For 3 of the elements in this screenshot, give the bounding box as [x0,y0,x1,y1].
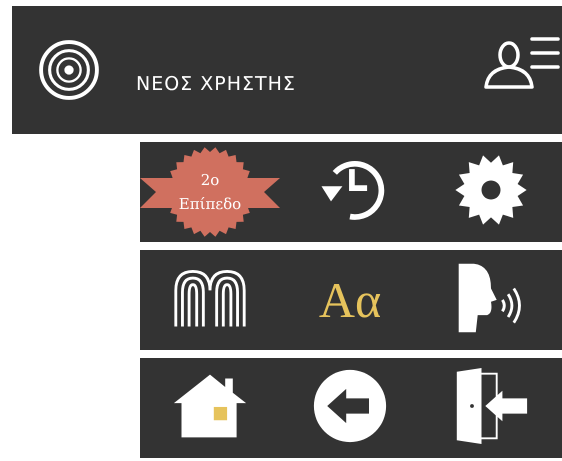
user-name: ΝΕΟΣ ΧΡΗΣΤΗΣ [136,73,297,95]
font-button[interactable]: Aα [318,272,382,328]
target-icon[interactable] [38,39,100,101]
